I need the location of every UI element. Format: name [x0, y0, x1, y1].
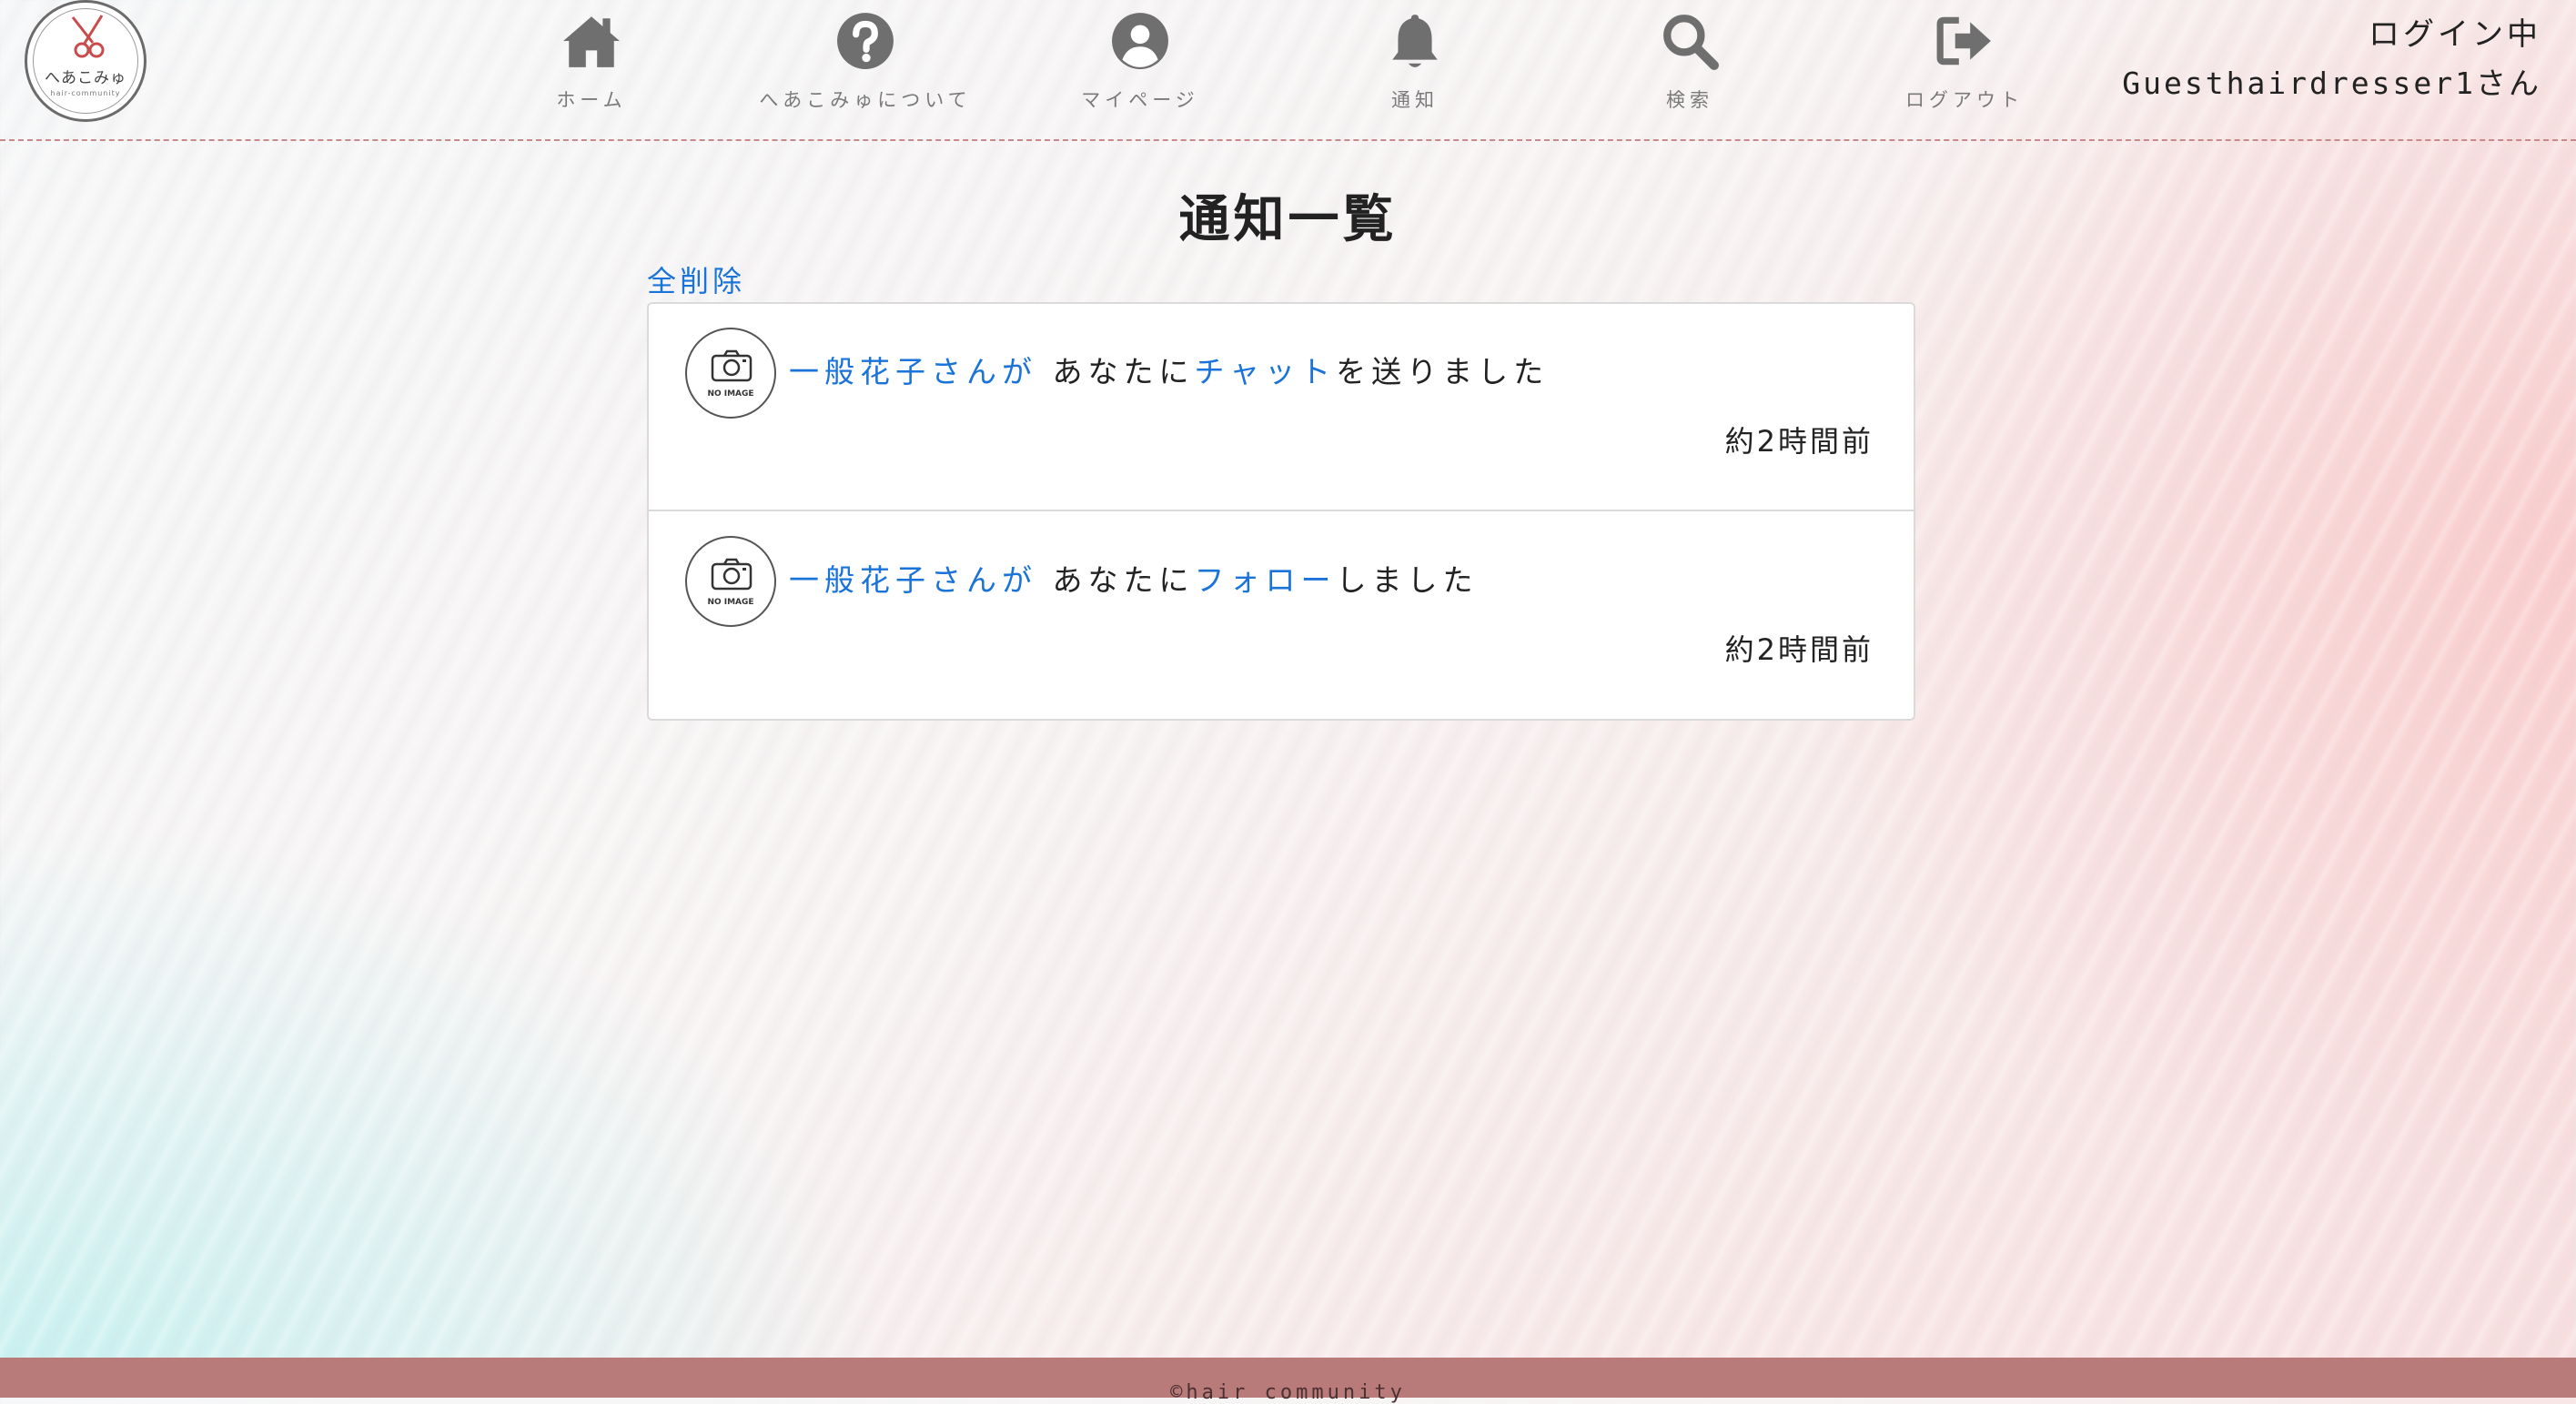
notification-message: 一般花子さんが あなたにチャットを送りました — [789, 348, 1549, 391]
nav-notifications[interactable]: 通知 — [1278, 11, 1551, 111]
sender-link[interactable]: 一般花子さんが — [789, 562, 1037, 598]
scissors-logo-icon — [71, 15, 105, 58]
notification-time: 約2時間前 — [1724, 632, 1874, 667]
nav-notifications-label: 通知 — [1391, 89, 1439, 111]
nav-mypage-label: マイページ — [1081, 89, 1199, 111]
notification-item: NO IMAGE 一般花子さんが あなたにフォローしました 約2時間前 — [649, 512, 1914, 720]
camera-icon — [711, 349, 753, 382]
nav-about-label: へあこみゅについて — [759, 89, 972, 111]
no-image-label: NO IMAGE — [707, 598, 754, 607]
message-suffix: しました — [1336, 562, 1479, 598]
notification-item: NO IMAGE 一般花子さんが あなたにチャットを送りました 約2時間前 — [649, 304, 1914, 511]
follow-link[interactable]: フォロー — [1195, 562, 1337, 598]
logo-subtext: hair-community — [50, 89, 121, 97]
message-suffix: を送りました — [1336, 354, 1550, 389]
avatar[interactable]: NO IMAGE — [685, 328, 776, 419]
login-status-text: ログイン中 — [2369, 16, 2541, 53]
message-middle: あなたに — [1037, 354, 1195, 389]
camera-icon — [711, 558, 753, 591]
question-circle-icon — [837, 13, 894, 69]
home-icon — [563, 16, 620, 67]
sign-out-icon — [1936, 16, 1991, 66]
nav-search[interactable]: 検索 — [1553, 11, 1826, 111]
logo-text: へあこみゅ — [45, 69, 126, 87]
bell-icon — [1392, 15, 1438, 67]
no-image-label: NO IMAGE — [707, 389, 754, 399]
notification-list: NO IMAGE 一般花子さんが あなたにチャットを送りました 約2時間前 NO… — [647, 302, 1915, 721]
page-title: 通知一覧 — [1178, 190, 1398, 249]
chat-link[interactable]: チャット — [1195, 354, 1337, 389]
site-logo[interactable]: へあこみゅ hair-community — [25, 0, 146, 122]
site-header: へあこみゅ hair-community ホーム へあこみゅについて マイページ… — [0, 0, 2576, 141]
notification-message: 一般花子さんが あなたにフォローしました — [789, 556, 1479, 600]
nav-logout[interactable]: ログアウト — [1828, 11, 2101, 111]
copyright-text: ©hair community — [1170, 1381, 1406, 1404]
avatar[interactable]: NO IMAGE — [685, 536, 776, 627]
nav-home-label: ホーム — [556, 89, 627, 111]
login-status: ログイン中 Guesthairdresser1さん — [2122, 9, 2541, 103]
nav-mypage[interactable]: マイページ — [1004, 11, 1277, 111]
site-footer: ©hair community — [0, 1358, 2576, 1404]
search-icon — [1663, 15, 1719, 70]
user-circle-icon — [1112, 13, 1168, 69]
delete-all-link[interactable]: 全削除 — [647, 258, 745, 300]
message-middle: あなたに — [1037, 562, 1195, 598]
nav-search-label: 検索 — [1666, 89, 1713, 111]
nav-home[interactable]: ホーム — [455, 11, 728, 111]
nav-logout-label: ログアウト — [1905, 89, 2024, 111]
notification-time: 約2時間前 — [1724, 424, 1874, 459]
nav-about[interactable]: へあこみゅについて — [729, 11, 1002, 111]
sender-link[interactable]: 一般花子さんが — [789, 354, 1037, 389]
login-username: Guesthairdresser1さん — [2122, 66, 2541, 101]
